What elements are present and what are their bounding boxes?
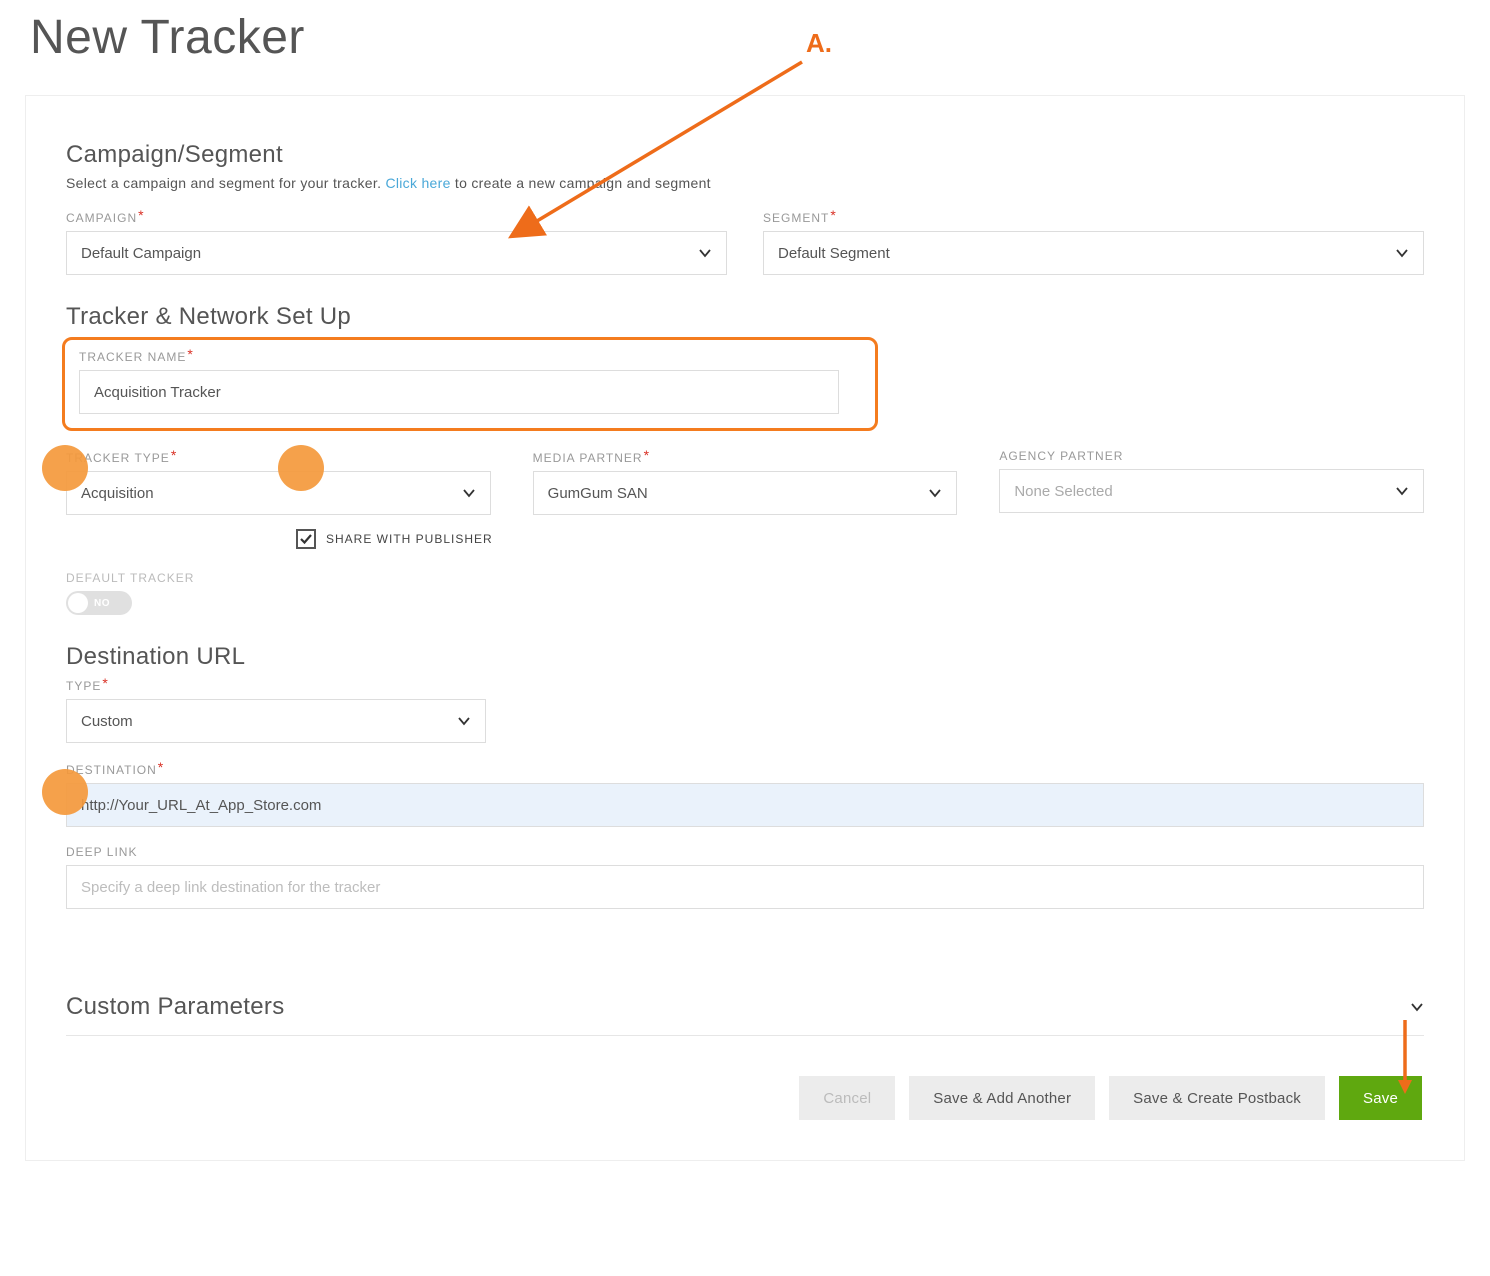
toggle-knob xyxy=(68,593,88,613)
tracker-name-input[interactable] xyxy=(79,370,839,414)
destination-input[interactable] xyxy=(66,783,1424,827)
dest-type-label: TYPE* xyxy=(66,677,486,693)
deeplink-label: DEEP LINK xyxy=(66,845,1424,859)
campaign-help-text: Select a campaign and segment for your t… xyxy=(66,175,1424,191)
highlight-tracker-name: TRACKER NAME* xyxy=(62,337,878,431)
annotation-dot-media-partner xyxy=(278,445,324,491)
required-icon: * xyxy=(187,346,193,362)
campaign-help-pre: Select a campaign and segment for your t… xyxy=(66,175,385,191)
annotation-dot-tracker-type xyxy=(42,445,88,491)
toggle-state-label: NO xyxy=(94,598,110,609)
campaign-help-post: to create a new campaign and segment xyxy=(451,175,711,191)
save-button[interactable]: Save xyxy=(1339,1076,1422,1120)
media-partner-select[interactable]: GumGum SAN xyxy=(533,471,958,515)
section-title-destination: Destination URL xyxy=(66,643,1424,671)
share-with-publisher-checkbox[interactable] xyxy=(296,529,316,549)
required-icon: * xyxy=(138,207,144,223)
required-icon: * xyxy=(158,759,164,775)
agency-partner-select[interactable]: None Selected xyxy=(999,469,1424,513)
segment-value: Default Segment xyxy=(778,245,890,262)
save-add-another-button[interactable]: Save & Add Another xyxy=(909,1076,1095,1120)
custom-parameters-accordion[interactable]: Custom Parameters xyxy=(66,979,1424,1036)
chevron-down-icon xyxy=(1395,484,1409,498)
required-icon: * xyxy=(102,675,108,691)
media-partner-label: MEDIA PARTNER* xyxy=(533,449,958,465)
campaign-value: Default Campaign xyxy=(81,245,201,262)
create-campaign-link[interactable]: Click here xyxy=(385,175,450,191)
required-icon: * xyxy=(830,207,836,223)
default-tracker-label: DEFAULT TRACKER xyxy=(66,571,1424,585)
check-icon xyxy=(299,532,313,546)
save-create-postback-button[interactable]: Save & Create Postback xyxy=(1109,1076,1325,1120)
cancel-button[interactable]: Cancel xyxy=(799,1076,895,1120)
media-partner-value: GumGum SAN xyxy=(548,485,648,502)
tracker-type-select[interactable]: Acquisition xyxy=(66,471,491,515)
section-title-campaign: Campaign/Segment xyxy=(66,141,1424,169)
chevron-down-icon xyxy=(1395,246,1409,260)
chevron-down-icon xyxy=(462,486,476,500)
destination-label: DESTINATION* xyxy=(66,761,1424,777)
annotation-dot-destination xyxy=(42,769,88,815)
agency-partner-value: None Selected xyxy=(1014,483,1112,500)
required-icon: * xyxy=(171,447,177,463)
deeplink-input[interactable] xyxy=(66,865,1424,909)
chevron-down-icon xyxy=(1410,1000,1424,1014)
chevron-down-icon xyxy=(457,714,471,728)
campaign-select[interactable]: Default Campaign xyxy=(66,231,727,275)
agency-partner-label: AGENCY PARTNER xyxy=(999,449,1424,463)
share-with-publisher-label: SHARE WITH PUBLISHER xyxy=(326,532,493,546)
required-icon: * xyxy=(644,447,650,463)
page-title: New Tracker xyxy=(0,0,1490,95)
dest-type-value: Custom xyxy=(81,713,133,730)
chevron-down-icon xyxy=(698,246,712,260)
tracker-type-value: Acquisition xyxy=(81,485,154,502)
dest-type-select[interactable]: Custom xyxy=(66,699,486,743)
default-tracker-toggle[interactable]: NO xyxy=(66,591,132,615)
campaign-label: CAMPAIGN* xyxy=(66,209,727,225)
chevron-down-icon xyxy=(928,486,942,500)
tracker-name-label: TRACKER NAME* xyxy=(79,348,861,364)
custom-parameters-title: Custom Parameters xyxy=(66,993,285,1021)
segment-select[interactable]: Default Segment xyxy=(763,231,1424,275)
form-card: A. Campaign/Segment Select a campaign an… xyxy=(25,95,1465,1161)
section-title-tracker: Tracker & Network Set Up xyxy=(66,303,1424,331)
segment-label: SEGMENT* xyxy=(763,209,1424,225)
